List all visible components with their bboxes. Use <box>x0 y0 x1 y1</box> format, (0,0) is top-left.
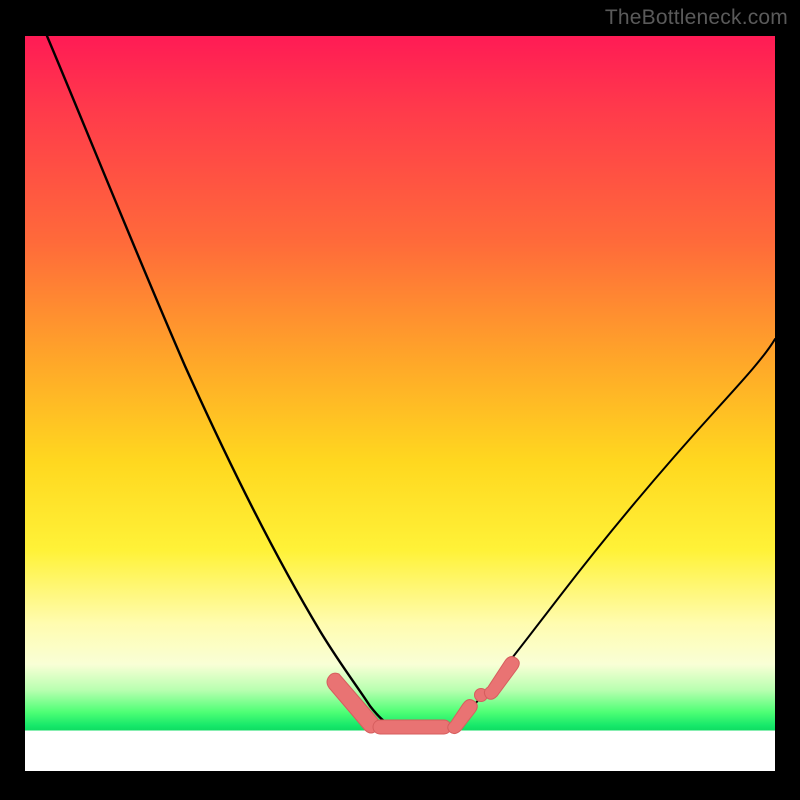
plot-area <box>25 36 775 771</box>
outer-frame: TheBottleneck.com <box>0 0 800 800</box>
chart-svg <box>25 36 775 771</box>
watermark-text: TheBottleneck.com <box>605 6 788 30</box>
left-curve <box>47 36 388 724</box>
valley-floor-blob <box>373 720 451 734</box>
right-ascend-blob-1 <box>448 700 478 734</box>
right-curve <box>450 339 775 724</box>
right-ascend-blob-2 <box>484 657 519 700</box>
marker-group <box>327 657 519 734</box>
